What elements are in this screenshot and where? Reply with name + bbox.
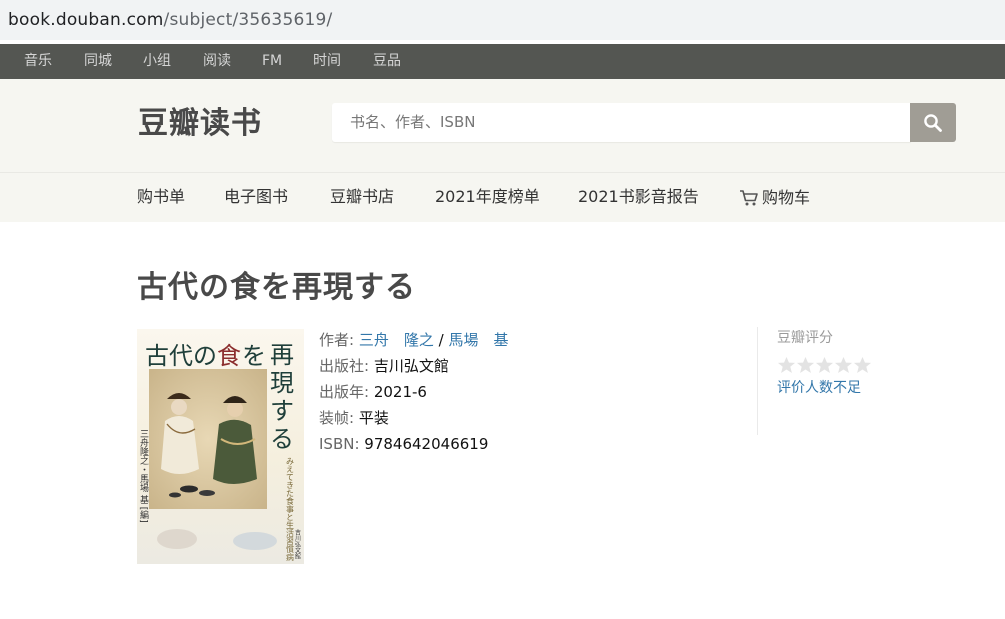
global-nav-music[interactable]: 音乐 [24, 44, 52, 79]
douban-book-logo[interactable]: 豆瓣读书 [138, 105, 262, 143]
svg-text:す: す [270, 397, 294, 425]
global-nav-local[interactable]: 同城 [84, 44, 112, 79]
url-path: /subject/35635619/ [163, 10, 333, 30]
search-input[interactable]: 书名、作者、ISBN [332, 103, 911, 142]
svg-text:を: を [242, 342, 266, 370]
global-nav-group[interactable]: 小组 [143, 44, 171, 79]
site-header: 豆瓣读书 书名、作者、ISBN [0, 79, 1005, 172]
url-host: book.douban.com [8, 10, 164, 30]
url-text[interactable]: book.douban.com/subject/35635619/ [8, 8, 332, 32]
star-icon [853, 356, 872, 374]
global-nav-read[interactable]: 阅读 [203, 44, 231, 79]
svg-text:三舟隆之・馬場 基 [編]: 三舟隆之・馬場 基 [編] [138, 429, 149, 523]
book-nav-annual-report[interactable]: 2021书影音报告 [578, 173, 699, 222]
search-placeholder: 书名、作者、ISBN [350, 113, 476, 131]
book-cover[interactable]: 古代の 食 を 再 現 す る みえてきた食事と生活習慣病 三舟隆之・馬場 基 … [137, 329, 304, 564]
cart-label: 购物车 [762, 187, 811, 207]
star-icon [815, 356, 834, 374]
book-nav-booklist[interactable]: 购书单 [137, 173, 185, 222]
book-nav-cart[interactable]: 购物车 [739, 173, 810, 222]
isbn-row: ISBN: 9784642046619 [319, 431, 508, 457]
rating-title: 豆瓣评分 [777, 330, 833, 346]
publisher-row: 出版社: 吉川弘文館 [319, 353, 508, 379]
cover-artwork: 古代の 食 を 再 現 す る みえてきた食事と生活習慣病 三舟隆之・馬場 基 … [138, 341, 301, 562]
svg-text:食: 食 [217, 342, 241, 370]
binding-value: 平装 [358, 409, 389, 427]
rating-panel: 豆瓣评分 评价人数不足 [757, 327, 917, 435]
star-icon [796, 356, 815, 374]
svg-text:再: 再 [270, 341, 294, 369]
binding-label: 装帧: [319, 409, 355, 427]
svg-text:る: る [270, 425, 294, 453]
search-icon [924, 113, 942, 132]
author-label: 作者: [319, 331, 355, 349]
publisher-value: 吉川弘文館 [373, 357, 449, 375]
author-row: 作者: 三舟 隆之 / 馬場 基 [319, 327, 508, 353]
star-icon [834, 356, 853, 374]
publisher-label: 出版社: [319, 357, 370, 375]
global-nav: 音乐 同城 小组 阅读 FM 时间 豆品 [0, 44, 1005, 79]
svg-text:吉川弘文館: 吉川弘文館 [294, 529, 301, 560]
binding-row: 装帧: 平装 [319, 405, 508, 431]
book-title: 古代の食を再現する [137, 270, 416, 305]
rating-stars [777, 356, 872, 374]
author-link[interactable]: 馬場 基 [448, 331, 508, 349]
cart-icon [740, 189, 758, 205]
author-separator: / [433, 331, 449, 349]
pubyear-value: 2021-6 [373, 383, 427, 401]
book-info: 作者: 三舟 隆之 / 馬場 基 出版社: 吉川弘文館 出版年: 2021-6 … [319, 327, 508, 457]
book-nav: 购书单 电子图书 豆瓣书店 2021年度榜单 2021书影音报告 购物车 [0, 172, 1005, 222]
browser-address-bar[interactable]: book.douban.com/subject/35635619/ [0, 0, 1005, 40]
pubyear-label: 出版年: [319, 383, 370, 401]
pubyear-row: 出版年: 2021-6 [319, 379, 508, 405]
star-icon [777, 356, 796, 374]
svg-text:現: 現 [270, 369, 294, 397]
isbn-value: 9784642046619 [364, 435, 489, 453]
book-nav-annual-list[interactable]: 2021年度榜单 [435, 173, 540, 222]
book-nav-ebook[interactable]: 电子图书 [224, 173, 288, 222]
search-button[interactable] [910, 103, 956, 142]
isbn-label: ISBN: [319, 435, 360, 453]
author-link[interactable]: 三舟 隆之 [359, 331, 434, 349]
book-nav-store[interactable]: 豆瓣书店 [330, 173, 394, 222]
global-nav-time[interactable]: 时间 [313, 44, 341, 79]
rating-insufficient-link[interactable]: 评价人数不足 [777, 377, 861, 399]
global-nav-fm[interactable]: FM [262, 44, 282, 79]
global-nav-market[interactable]: 豆品 [373, 44, 401, 79]
svg-text:古代の: 古代の [145, 342, 217, 370]
